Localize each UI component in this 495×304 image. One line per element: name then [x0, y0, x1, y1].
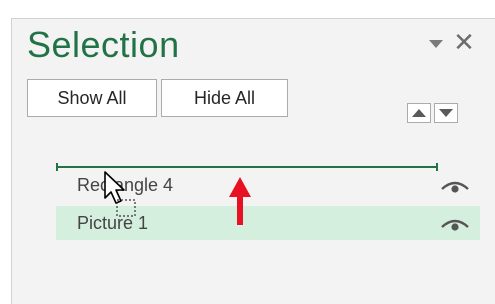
red-up-arrow-icon — [229, 177, 251, 225]
hide-all-button[interactable]: Hide All — [161, 79, 288, 117]
caret-down-icon[interactable] — [427, 36, 445, 52]
close-icon[interactable]: ✕ — [452, 29, 476, 55]
screenshot: Selection ✕ Show All Hide All Rectangle … — [0, 0, 495, 304]
bring-forward-button[interactable] — [407, 103, 431, 123]
send-backward-button[interactable] — [434, 103, 458, 123]
pane-title: Selection — [27, 24, 180, 65]
drag-move-cursor-icon — [104, 171, 136, 217]
eye-icon[interactable] — [440, 215, 470, 233]
triangle-up-icon — [412, 109, 426, 117]
show-all-button[interactable]: Show All — [27, 79, 157, 117]
triangle-down-icon — [439, 109, 453, 117]
eye-icon[interactable] — [440, 177, 470, 195]
